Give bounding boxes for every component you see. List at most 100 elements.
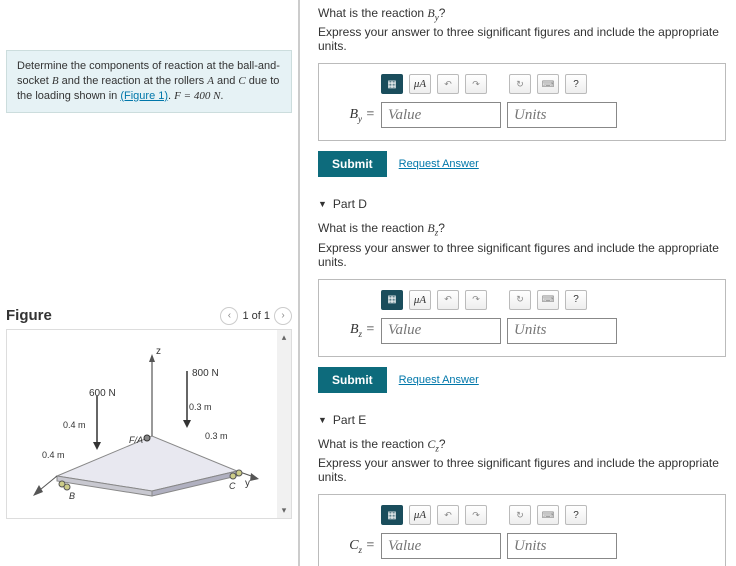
pager-next-button[interactable]: › — [274, 307, 292, 325]
part-e-header[interactable]: ▼ Part E — [318, 407, 726, 437]
symbols-button[interactable]: μA — [409, 290, 431, 310]
redo-button[interactable]: ↷ — [465, 74, 487, 94]
undo-button[interactable]: ↶ — [437, 74, 459, 94]
units-input[interactable] — [507, 533, 617, 559]
lbl-eq: = — [362, 322, 375, 337]
part-c-instructions: Express your answer to three significant… — [318, 25, 726, 53]
units-input[interactable] — [507, 318, 617, 344]
q-text: What is the reaction — [318, 221, 427, 235]
help-button[interactable]: ? — [565, 505, 587, 525]
problem-text: and — [214, 75, 238, 87]
figure-scrollbar[interactable]: ▴ ▾ — [277, 330, 291, 518]
var-label: Cz = — [333, 538, 375, 555]
templates-button[interactable]: ▦ — [381, 290, 403, 310]
figure-section: Figure ‹ 1 of 1 › — [6, 303, 292, 519]
keyboard-button[interactable]: ⌨ — [537, 505, 559, 525]
q-text: ? — [438, 221, 445, 235]
q-var: B — [427, 6, 434, 20]
pager-prev-button[interactable]: ‹ — [220, 307, 238, 325]
keyboard-button[interactable]: ⌨ — [537, 74, 559, 94]
templates-button[interactable]: ▦ — [381, 505, 403, 525]
part-e-title: Part E — [333, 413, 366, 427]
submit-row: Submit Request Answer — [318, 367, 726, 393]
keyboard-button[interactable]: ⌨ — [537, 290, 559, 310]
lbl-eq: = — [362, 107, 375, 122]
submit-row: Submit Request Answer — [318, 151, 726, 177]
redo-button[interactable]: ↷ — [465, 290, 487, 310]
svg-text:0.4 m: 0.4 m — [63, 420, 86, 430]
reset-button[interactable]: ↻ — [509, 74, 531, 94]
part-c-answer-box: ▦ μA ↶ ↷ ↻ ⌨ ? By = — [318, 63, 726, 141]
problem-statement: Determine the components of reaction at … — [6, 50, 292, 113]
figure-link[interactable]: (Figure 1) — [120, 90, 168, 102]
part-c-question: What is the reaction By? — [318, 6, 726, 22]
help-button[interactable]: ? — [565, 290, 587, 310]
figure-pager: ‹ 1 of 1 › — [220, 307, 292, 325]
left-panel: Determine the components of reaction at … — [0, 0, 300, 566]
right-panel: What is the reaction By? Express your an… — [300, 0, 736, 566]
var-B: B — [52, 75, 59, 87]
request-answer-link[interactable]: Request Answer — [399, 158, 479, 170]
var-label: Bz = — [333, 322, 375, 339]
figure-diagram: z y 800 N 600 N 0.4 m 0.4 m 0.3 m 0.3 m … — [17, 336, 267, 506]
request-answer-link[interactable]: Request Answer — [399, 374, 479, 386]
svg-text:F/A: F/A — [129, 435, 143, 445]
redo-button[interactable]: ↷ — [465, 505, 487, 525]
svg-text:z: z — [156, 346, 161, 357]
answer-toolbar: ▦ μA ↶ ↷ ↻ ⌨ ? — [333, 74, 711, 94]
answer-toolbar: ▦ μA ↶ ↷ ↻ ⌨ ? — [333, 290, 711, 310]
var-C: C — [238, 75, 245, 87]
symbols-button[interactable]: μA — [409, 505, 431, 525]
lbl-var: B — [349, 107, 358, 122]
part-d-title: Part D — [333, 197, 367, 211]
value-input[interactable] — [381, 318, 501, 344]
q-text: What is the reaction — [318, 6, 427, 20]
input-row: Bz = — [333, 318, 711, 344]
submit-button[interactable]: Submit — [318, 367, 387, 393]
scroll-down-icon: ▾ — [282, 505, 287, 516]
svg-text:0.3 m: 0.3 m — [205, 431, 228, 441]
submit-button[interactable]: Submit — [318, 151, 387, 177]
svg-text:y: y — [245, 478, 250, 489]
part-e-instructions: Express your answer to three significant… — [318, 456, 726, 484]
var-A: A — [207, 75, 214, 87]
undo-button[interactable]: ↶ — [437, 505, 459, 525]
q-var: B — [427, 221, 434, 235]
part-d-instructions: Express your answer to three significant… — [318, 241, 726, 269]
part-e-answer-box: ▦ μA ↶ ↷ ↻ ⌨ ? Cz = — [318, 494, 726, 566]
q-text: ? — [439, 6, 446, 20]
svg-text:B: B — [69, 491, 75, 501]
value-input[interactable] — [381, 102, 501, 128]
svg-text:800 N: 800 N — [192, 368, 219, 379]
part-d-block: What is the reaction Bz? Express your an… — [318, 221, 726, 392]
lbl-var: C — [349, 538, 358, 553]
part-d-header[interactable]: ▼ Part D — [318, 191, 726, 221]
mu-icon: μA — [414, 78, 426, 90]
part-e-block: What is the reaction Cz? Express your an… — [318, 437, 726, 566]
part-d-question: What is the reaction Bz? — [318, 221, 726, 237]
figure-title: Figure — [6, 307, 52, 324]
caret-down-icon: ▼ — [318, 199, 327, 209]
reset-button[interactable]: ↻ — [509, 290, 531, 310]
problem-text: and the reaction at the rollers — [59, 75, 208, 87]
symbols-button[interactable]: μA — [409, 74, 431, 94]
answer-toolbar: ▦ μA ↶ ↷ ↻ ⌨ ? — [333, 505, 711, 525]
svg-text:0.3 m: 0.3 m — [189, 402, 212, 412]
svg-text:0.4 m: 0.4 m — [42, 450, 65, 460]
q-text: What is the reaction — [318, 437, 427, 451]
templates-button[interactable]: ▦ — [381, 74, 403, 94]
problem-text: . — [220, 90, 223, 102]
scroll-up-icon: ▴ — [282, 332, 287, 343]
reset-button[interactable]: ↻ — [509, 505, 531, 525]
input-row: Cz = — [333, 533, 711, 559]
part-d-answer-box: ▦ μA ↶ ↷ ↻ ⌨ ? Bz = — [318, 279, 726, 357]
part-c-block: What is the reaction By? Express your an… — [318, 6, 726, 177]
undo-button[interactable]: ↶ — [437, 290, 459, 310]
F-eq: F = 400 N — [174, 90, 220, 102]
lbl-var: B — [350, 322, 359, 337]
units-input[interactable] — [507, 102, 617, 128]
help-button[interactable]: ? — [565, 74, 587, 94]
input-row: By = — [333, 102, 711, 128]
lbl-eq: = — [362, 538, 375, 553]
value-input[interactable] — [381, 533, 501, 559]
